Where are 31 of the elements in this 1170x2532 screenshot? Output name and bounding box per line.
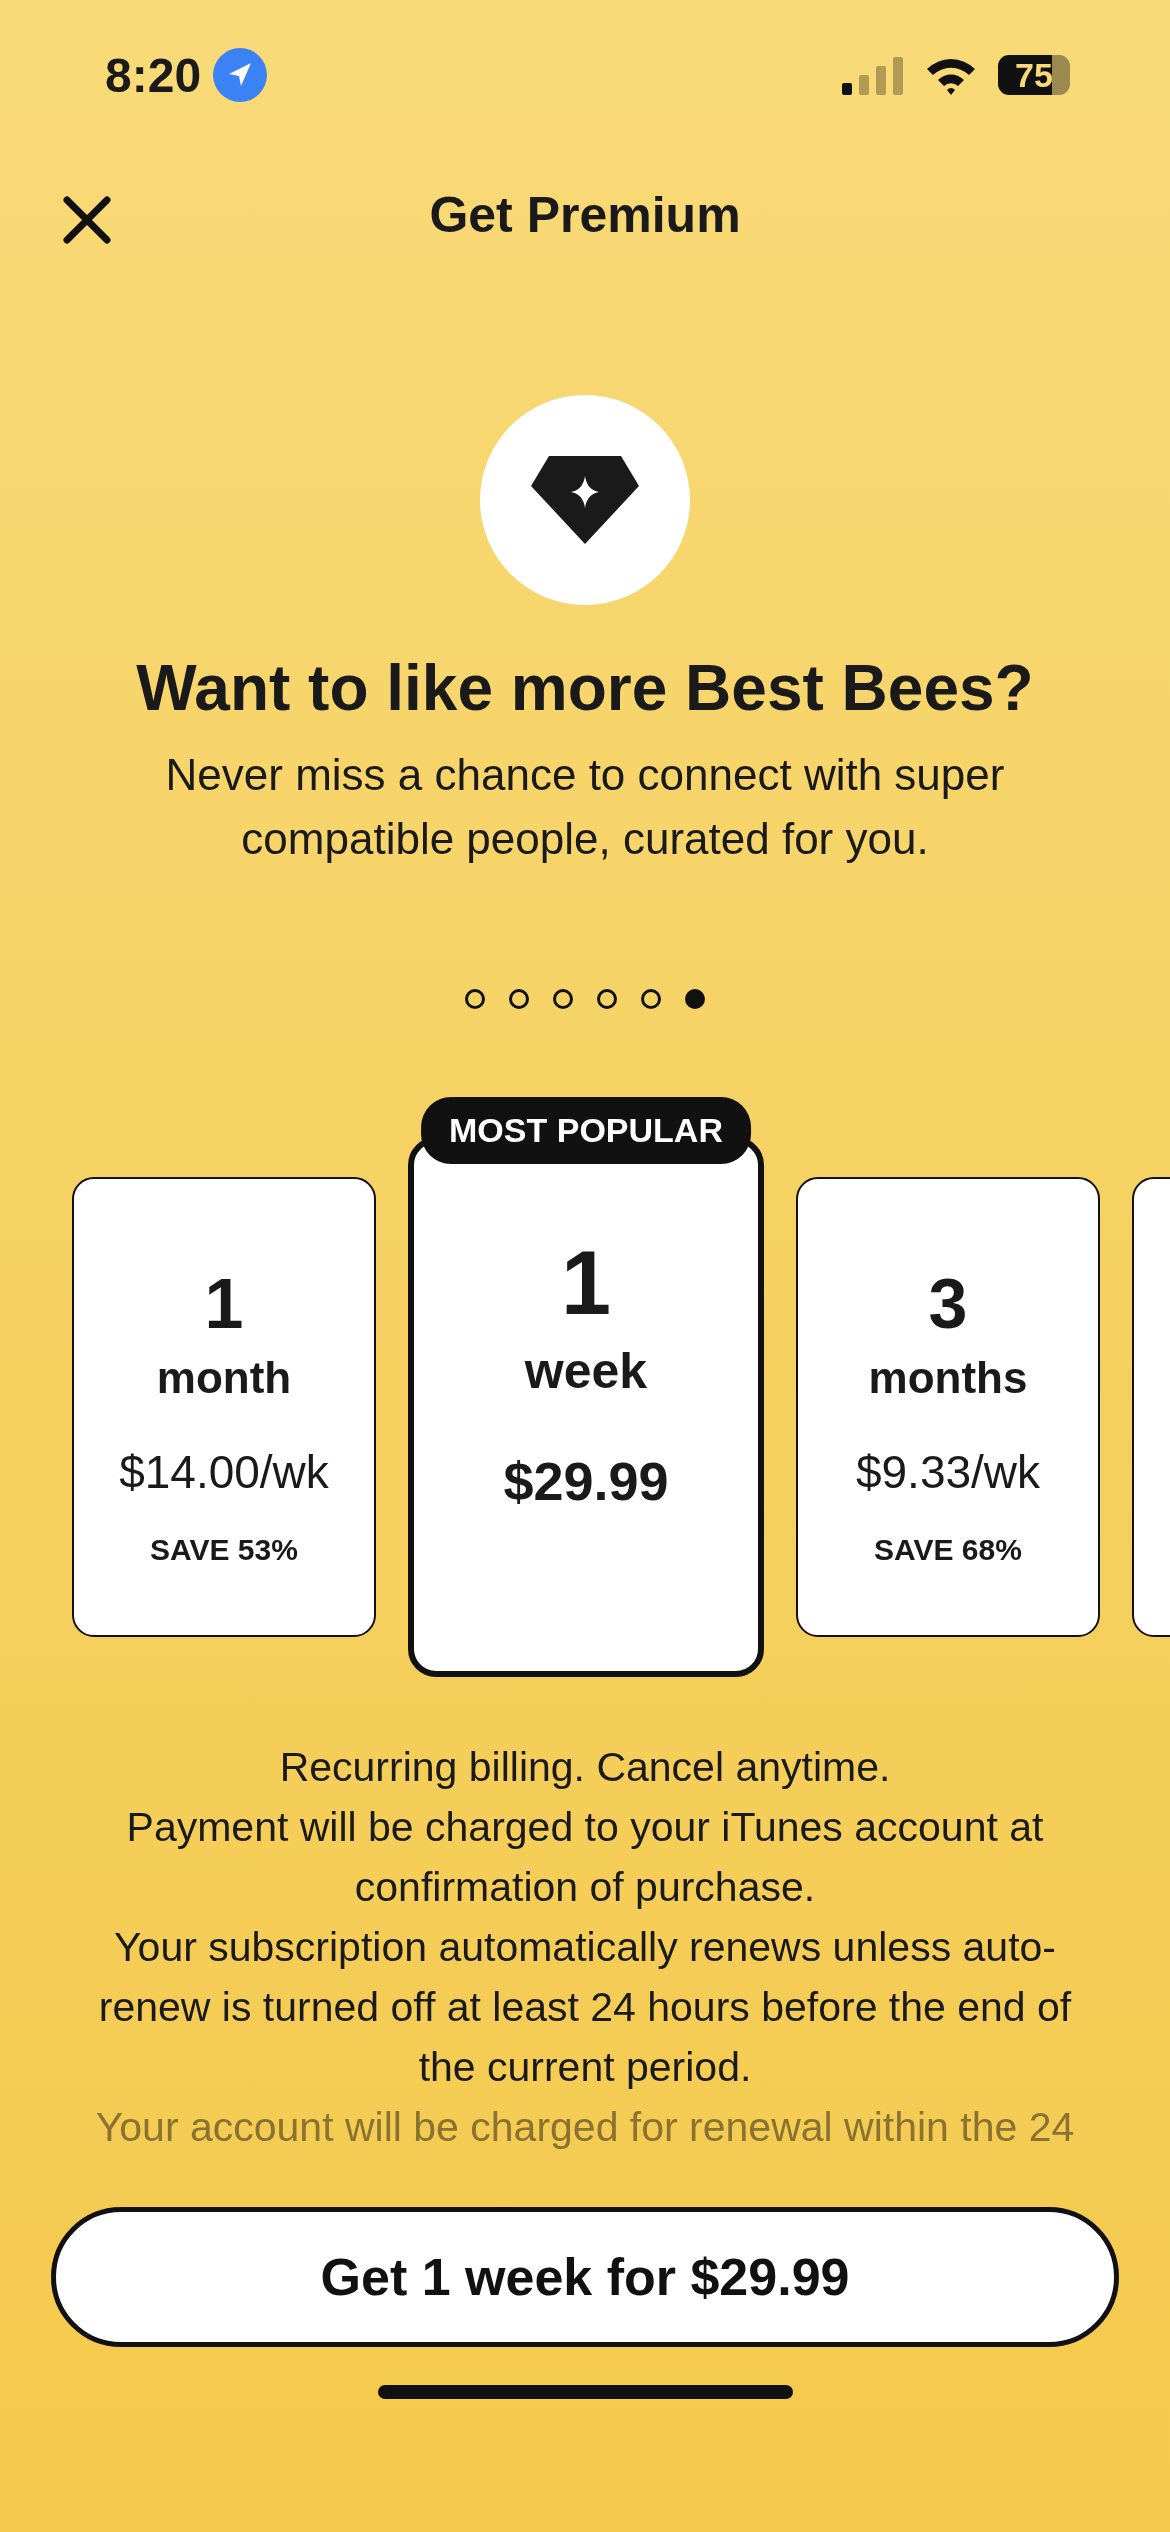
plan-price: $9.33/wk (855, 1445, 1041, 1499)
plan-savings: SAVE 53% (150, 1533, 298, 1567)
page-dot[interactable] (553, 989, 573, 1009)
screen-title: Get Premium (429, 186, 741, 244)
page-dot[interactable] (685, 989, 705, 1009)
plan-card[interactable]: 3 months $9.33/wk SAVE 68% (796, 1177, 1100, 1637)
feature-description: Never miss a chance to connect with super compatible people, curated for you. (164, 749, 1006, 865)
page-dot[interactable] (597, 989, 617, 1009)
plan-card[interactable]: 1 month $14.00/wk SAVE 53% (72, 1177, 376, 1637)
popular-badge: MOST POPULAR (421, 1097, 751, 1164)
battery-level: 75 (998, 55, 1070, 95)
legal-text: Your account will be charged for renewal within the 24 (95, 2103, 1075, 2152)
plan-savings: SAVE 68% (874, 1533, 1022, 1567)
plan-unit: week (524, 1342, 648, 1400)
plan-price: $14.00/wk (119, 1445, 329, 1499)
page-dot[interactable] (641, 989, 661, 1009)
plan-duration: 1 (560, 1238, 612, 1328)
page-dot[interactable] (465, 989, 485, 1009)
page-dot[interactable] (509, 989, 529, 1009)
legal-text: Your subscription automatically renews unless auto-renew is turned off at least 24 hours before the end of the current period. (97, 1923, 1073, 2092)
legal-text: Payment will be charged to your iTunes account at confirmation of purchase. (125, 1803, 1045, 1912)
plan-duration: 1 (204, 1269, 244, 1339)
plan-price: $29.99 (503, 1450, 669, 1512)
feature-headline: Want to like more Best Bees? (135, 651, 1035, 725)
plan-duration: 3 (928, 1269, 968, 1339)
plan-unit: months (868, 1353, 1028, 1403)
plan-unit: month (156, 1353, 292, 1403)
signal-icon (842, 55, 904, 95)
legal-text: Recurring billing. Cancel anytime. (279, 1743, 891, 1792)
status-time: 8:20 (105, 47, 202, 103)
purchase-button[interactable]: Get 1 week for $29.99 (51, 2207, 1119, 2347)
